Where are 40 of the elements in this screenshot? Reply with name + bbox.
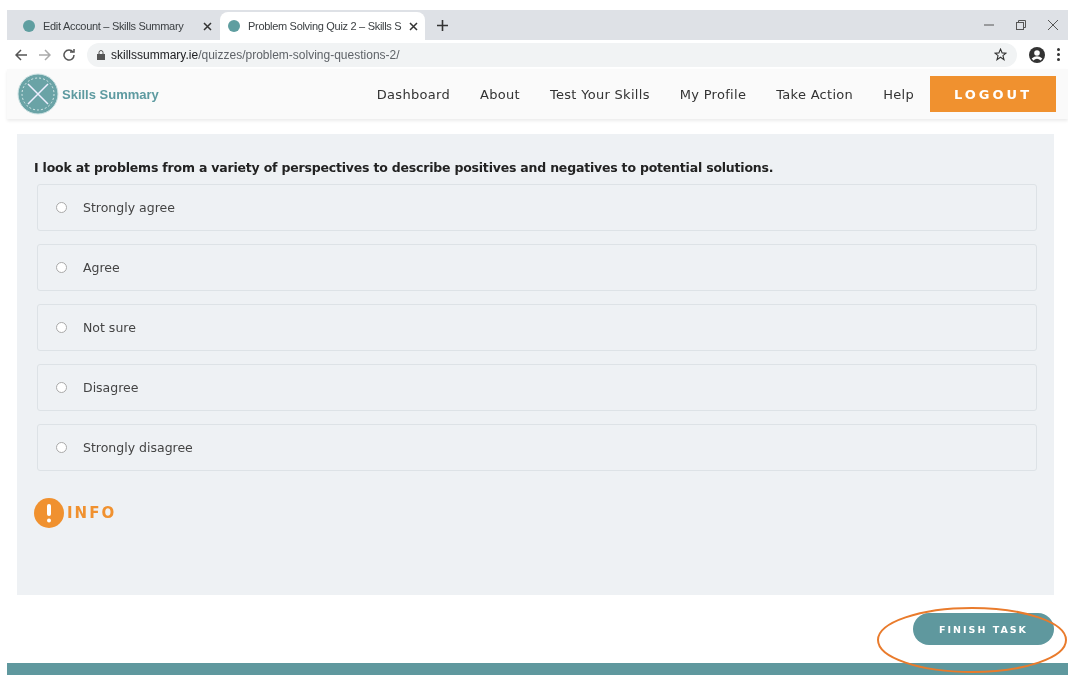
nav-link[interactable]: Test Your Skills bbox=[549, 86, 650, 102]
option-label: Agree bbox=[83, 260, 120, 275]
answer-option[interactable]: Strongly agree bbox=[37, 184, 1037, 231]
option-label: Disagree bbox=[83, 380, 139, 395]
close-icon[interactable] bbox=[409, 21, 419, 31]
back-icon[interactable] bbox=[15, 48, 27, 61]
plus-icon[interactable] bbox=[437, 19, 448, 31]
nav-link[interactable]: About bbox=[479, 86, 520, 102]
answer-option[interactable]: Not sure bbox=[37, 304, 1037, 351]
radio-button[interactable] bbox=[56, 322, 67, 333]
nav-link[interactable]: Dashboard bbox=[376, 86, 450, 102]
address-bar[interactable]: skillssummary.ie/quizzes/problem-solving-questions-2/ bbox=[87, 42, 1017, 67]
option-label: Strongly disagree bbox=[83, 440, 193, 455]
close-icon[interactable] bbox=[203, 21, 212, 31]
radio-button[interactable] bbox=[56, 202, 67, 213]
radio-button[interactable] bbox=[56, 382, 67, 393]
answer-option[interactable]: Strongly disagree bbox=[37, 424, 1037, 471]
radio-button[interactable] bbox=[56, 262, 67, 273]
url-text: skillssummary.ie/quizzes/problem-solving-questions-2/ bbox=[111, 47, 400, 62]
radio-button[interactable] bbox=[56, 442, 67, 453]
answer-option[interactable]: Disagree bbox=[37, 364, 1037, 411]
logo-icon[interactable] bbox=[17, 73, 59, 115]
browser-tab[interactable]: Problem Solving Quiz 2 – Skills S bbox=[220, 12, 425, 40]
account-icon[interactable] bbox=[1029, 46, 1045, 63]
browser-tab[interactable]: Edit Account – Skills Summary bbox=[15, 12, 220, 40]
answer-option[interactable]: Agree bbox=[37, 244, 1037, 291]
nav-link[interactable]: Take Action bbox=[776, 86, 854, 102]
lock-icon bbox=[97, 49, 105, 60]
restore-icon[interactable] bbox=[1016, 20, 1026, 30]
option-label: Strongly agree bbox=[83, 200, 175, 215]
reload-icon[interactable] bbox=[63, 48, 75, 61]
favicon-icon bbox=[228, 20, 240, 32]
nav-link[interactable]: Help bbox=[883, 86, 914, 102]
nav-link[interactable]: My Profile bbox=[679, 86, 747, 102]
menu-icon[interactable] bbox=[1057, 48, 1060, 61]
question-text: I look at problems from a variety of perspectives to describe positives and negatives to potential solutions. bbox=[34, 160, 775, 175]
star-icon[interactable] bbox=[994, 48, 1007, 61]
favicon-icon bbox=[23, 20, 35, 32]
close-icon[interactable] bbox=[1048, 20, 1058, 30]
option-label: Not sure bbox=[83, 320, 136, 335]
